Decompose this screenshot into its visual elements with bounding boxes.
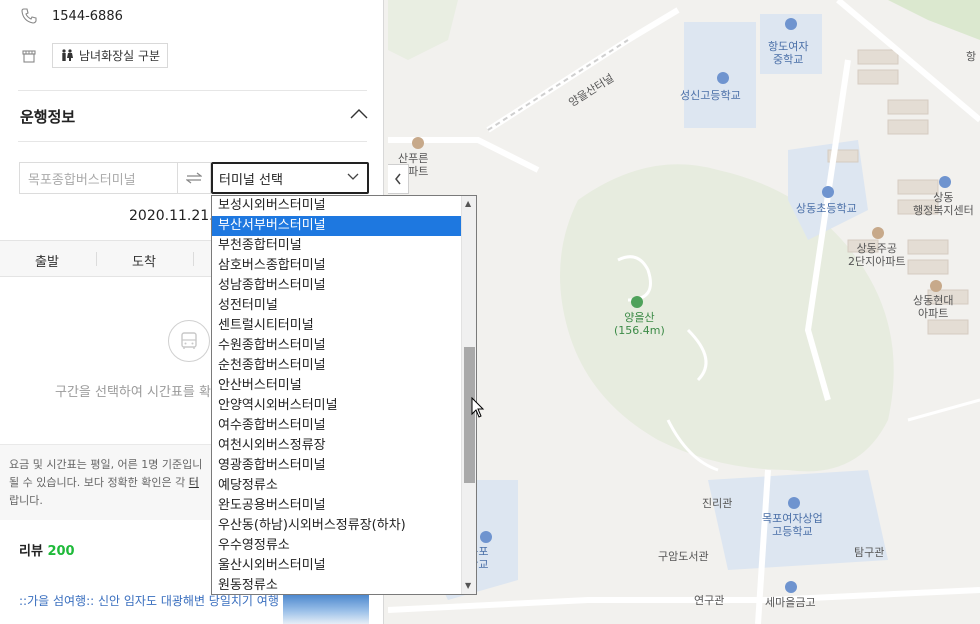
school-marker-icon[interactable] (480, 531, 492, 543)
map-label-hangdo[interactable]: 항도여자 중학교 (768, 40, 808, 66)
terminal-link[interactable]: 터 (189, 476, 199, 489)
date-display[interactable]: 2020.11.21.( (129, 208, 219, 224)
map-label-seongsin[interactable]: 성신고등학교 (680, 89, 741, 102)
notice-text: 요금 및 시간표는 평일, 어른 1명 기준입니 될 수 있습니다. 보다 정확… (9, 456, 219, 510)
notice-line: 될 수 있습니다. 보다 정확한 확인은 각 (9, 476, 186, 489)
map-label-jinri[interactable]: 진리관 (702, 497, 732, 510)
apartment-marker-icon[interactable] (412, 137, 424, 149)
map-label-hyundai[interactable]: 상동현대 아파트 (913, 294, 953, 320)
arrival-select-value: 터미널 선택 (219, 173, 283, 188)
divider (96, 252, 97, 266)
dropdown-option[interactable]: 순천종합버스터미널 (212, 356, 461, 376)
arrival-terminal-select[interactable]: 터미널 선택 (211, 162, 369, 194)
dropdown-option[interactable]: 영광종합버스터미널 (212, 456, 461, 476)
chevron-up-icon (350, 109, 368, 119)
facility-row: 남녀화장실 구분 (20, 43, 169, 68)
phone-icon (20, 7, 38, 25)
dropdown-option[interactable]: 여수종합버스터미널 (212, 416, 461, 436)
map-label-jugong[interactable]: 상동주공 2단지아파트 (848, 242, 906, 268)
divider (18, 90, 367, 91)
dropdown-option[interactable]: 안양역시외버스터미널 (212, 396, 461, 416)
dropdown-option[interactable]: 예당정류소 (212, 476, 461, 496)
dropdown-option[interactable]: 울산시외버스터미널 (212, 556, 461, 576)
office-marker-icon[interactable] (939, 176, 951, 188)
apartment-marker-icon[interactable] (872, 227, 884, 239)
section-title: 운행정보 (20, 108, 76, 126)
divider (193, 252, 194, 266)
dropdown-option[interactable]: 우수영정류소 (212, 536, 461, 556)
school-marker-icon[interactable] (717, 72, 729, 84)
apartment-marker-icon[interactable] (930, 280, 942, 292)
chevron-left-icon (395, 173, 401, 185)
map-label-sangdong-elementary[interactable]: 상동초등학교 (796, 202, 857, 215)
notice-line: 랍니다. (9, 494, 43, 507)
map-label-welfare-center[interactable]: 상동 행정복지센터 (913, 191, 974, 217)
dropdown-option[interactable]: 부천종합터미널 (212, 236, 461, 256)
phone-number[interactable]: 1544-6886 (52, 9, 123, 24)
map-label-tamgu[interactable]: 탐구관 (854, 546, 884, 559)
review-thumbnail[interactable] (283, 592, 369, 624)
dropdown-option[interactable]: 보성시외버스터미널 (212, 196, 461, 216)
dropdown-scrollbar[interactable]: ▲ ▼ (461, 196, 476, 594)
review-count: 200 (47, 544, 75, 559)
swap-button[interactable] (177, 162, 211, 194)
map-label-mountain[interactable]: 양을산 (156.4m) (614, 311, 665, 337)
panel-collapse-button[interactable] (388, 164, 409, 194)
mouse-cursor-icon (471, 397, 485, 418)
collapse-section-button[interactable] (350, 108, 368, 124)
dropdown-option[interactable]: 삼호버스종합터미널 (212, 256, 461, 276)
dropdown-option[interactable]: 완도공용버스터미널 (212, 496, 461, 516)
restroom-icon (62, 49, 73, 61)
scroll-down-icon[interactable]: ▼ (465, 581, 471, 590)
facility-tag: 남녀화장실 구분 (52, 43, 169, 68)
facility-tag-label: 남녀화장실 구분 (79, 49, 161, 63)
map-label-yeongu[interactable]: 연구관 (694, 594, 724, 607)
swap-icon (186, 172, 202, 184)
phone-row: 1544-6886 (20, 7, 123, 25)
terminal-dropdown-list[interactable]: 보성시외버스터미널 부산서부버스터미널 부천종합터미널 삼호버스종합터미널 성남종합버스… (211, 195, 477, 595)
dropdown-option[interactable]: 부산서부버스터미널 (212, 216, 461, 236)
dropdown-option[interactable]: 성남종합버스터미널 (212, 276, 461, 296)
dropdown-option[interactable]: 성전터미널 (212, 296, 461, 316)
school-marker-icon[interactable] (788, 497, 800, 509)
map-label-hang[interactable]: 항 (966, 50, 976, 63)
mountain-marker-icon[interactable] (631, 296, 643, 308)
scroll-up-icon[interactable]: ▲ (465, 199, 471, 208)
dropdown-option[interactable]: 센트럴시티터미널 (212, 316, 461, 336)
store-icon (20, 47, 38, 65)
empty-state-text: 구간을 선택하여 시간표를 확 (55, 385, 211, 400)
review-heading: 리뷰 200 (19, 540, 75, 559)
chevron-down-icon (347, 173, 359, 180)
notice-line: 요금 및 시간표는 평일, 어른 1명 기준입니 (9, 458, 203, 471)
dropdown-option[interactable]: 우산동(하남)시외버스정류장(하차) (212, 516, 461, 536)
bus-icon (168, 320, 210, 362)
bank-marker-icon[interactable] (785, 581, 797, 593)
tab-arrival[interactable]: 도착 (132, 251, 156, 270)
school-marker-icon[interactable] (822, 186, 834, 198)
map-label-library[interactable]: 구암도서관 (658, 550, 709, 563)
dropdown-option[interactable]: 수원종합버스터미널 (212, 336, 461, 356)
tab-departure[interactable]: 출발 (35, 251, 59, 270)
school-marker-icon[interactable] (785, 18, 797, 30)
divider (18, 141, 367, 142)
dropdown-option[interactable]: 여천시외버스정류장 (212, 436, 461, 456)
dropdown-option[interactable]: 원동정류소 (212, 576, 461, 594)
review-label: 리뷰 (19, 544, 43, 559)
departure-input[interactable]: 목포종합버스터미널 (19, 162, 177, 194)
map-label-mokpo-girls[interactable]: 목포여자상업 고등학교 (762, 512, 823, 538)
dropdown-option[interactable]: 안산버스터미널 (212, 376, 461, 396)
map-label-saemaeul[interactable]: 세마을금고 (765, 596, 816, 609)
